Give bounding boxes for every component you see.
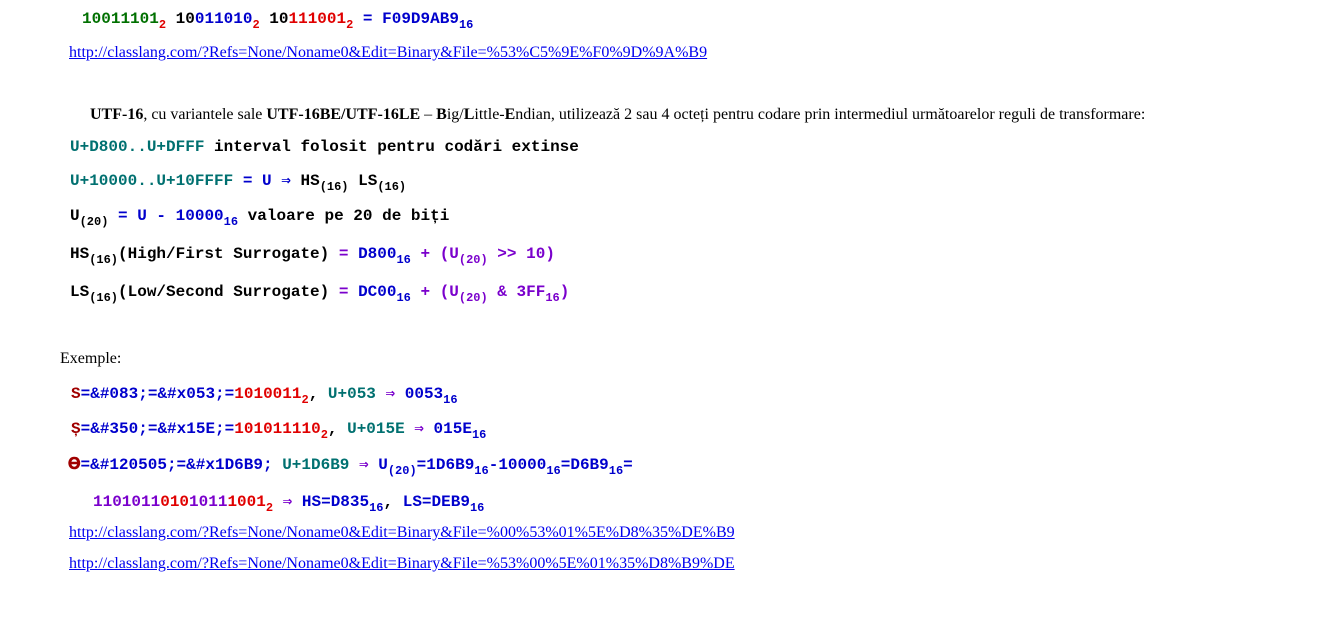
example-s-comma: Ș=&#350;=&#x15E;=1010111102, U+015E ⇒ 01…: [71, 420, 487, 442]
binary-byte-2: 10011010: [175, 10, 253, 28]
rule-supplementary-range: U+10000..U+10FFFF = U ⇒ HS(16) LS(16): [70, 172, 407, 194]
rule-high-surrogate: HS(16)(High/First Surrogate) = D80016 + …: [70, 245, 555, 267]
binary-byte-1: 10011101: [82, 10, 159, 28]
binary-byte-3: 10111001: [269, 10, 347, 28]
classlang-link-utf16le[interactable]: http://classlang.com/?Refs=None/Noname0&…: [69, 555, 735, 573]
examples-heading: Exemple:: [60, 350, 122, 367]
rule-surrogate-range: U+D800..U+DFFF interval folosit pentru c…: [70, 138, 579, 156]
example-theta-surrogates: 1101011010101110012 ⇒ HS=D83516, LS=DEB9…: [93, 493, 485, 515]
binary-utf8-line: 100111012 100110102 101110012 = F09D9AB9…: [82, 10, 474, 32]
classlang-link-utf16be[interactable]: http://classlang.com/?Refs=None/Noname0&…: [69, 524, 735, 542]
example-s: S=&#083;=&#x053;=10100112, U+053 ⇒ 00531…: [71, 385, 458, 407]
utf16-description: UTF-16, cu variantele sale UTF-16BE/UTF-…: [90, 106, 1146, 123]
rule-low-surrogate: LS(16)(Low/Second Surrogate) = DC0016 + …: [70, 283, 570, 305]
example-theta: 𝚹=&#120505;=&#x1D6B9; U+1D6B9 ⇒ U(20)=1D…: [68, 456, 633, 478]
classlang-link-utf8[interactable]: http://classlang.com/?Refs=None/Noname0&…: [69, 44, 707, 62]
utf8-hex-value: F09D9AB9: [382, 10, 459, 28]
rule-u20-definition: U(20) = U - 1000016 valoare pe 20 de biț…: [70, 207, 450, 229]
